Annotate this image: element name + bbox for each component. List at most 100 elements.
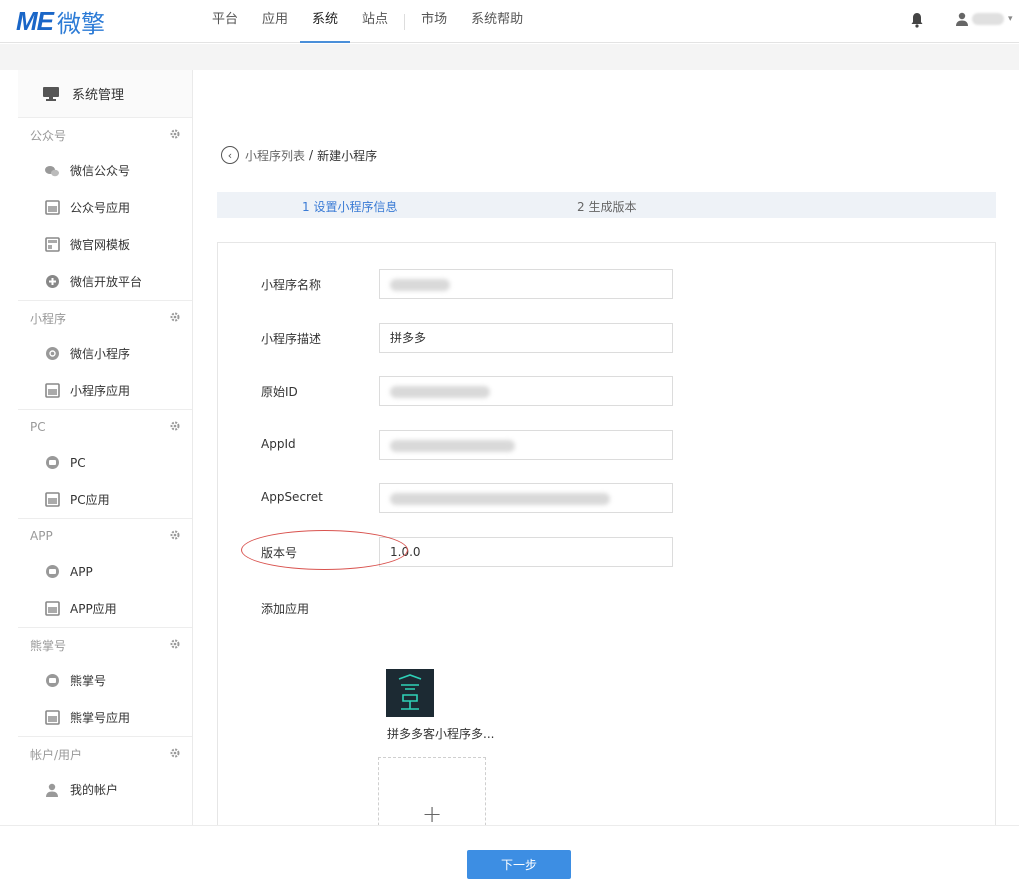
appid-label: AppId xyxy=(261,437,296,451)
sidebar-item-label: APP xyxy=(70,564,93,579)
sidebar-item-label: PC应用 xyxy=(70,493,110,507)
nav-divider xyxy=(404,13,406,30)
miniprogram-icon xyxy=(44,346,60,362)
sidebar-item-my-account[interactable]: 我的帐户 xyxy=(18,771,192,808)
bell-icon[interactable] xyxy=(910,12,924,28)
sidebar-item-pc-apps[interactable]: PC应用 xyxy=(18,481,192,518)
sidebar-item-official-apps[interactable]: 公众号应用 xyxy=(18,189,192,226)
sidebar-title: 系统管理 xyxy=(72,88,125,103)
form-row-add-app: 添加应用 xyxy=(218,593,997,623)
app-box-icon xyxy=(44,383,60,399)
nav-platform[interactable]: 平台 xyxy=(200,0,250,43)
form-row-appsecret: AppSecret xyxy=(218,483,997,513)
group-title-text: APP xyxy=(30,529,53,543)
sidebar-group-official: 公众号 微信公众号 公众号应用 微官网模板 微信开放平台 xyxy=(18,118,192,301)
app-box-icon xyxy=(44,710,60,726)
sidebar-group-account: 帐户/用户 我的帐户 xyxy=(18,737,192,808)
sidebar-item-label: 微信小程序 xyxy=(70,347,131,361)
sidebar-item-pc[interactable]: PC xyxy=(18,444,192,481)
user-icon xyxy=(956,12,968,26)
nav-apps[interactable]: 应用 xyxy=(250,0,300,43)
redacted-value xyxy=(390,278,450,291)
sidebar-item-xiongzhang-apps[interactable]: 熊掌号应用 xyxy=(18,699,192,736)
gear-icon[interactable] xyxy=(170,638,180,652)
logo-mark: ME xyxy=(16,5,54,36)
name-input[interactable] xyxy=(379,269,673,299)
original-id-input[interactable] xyxy=(379,376,673,406)
sidebar-group-title: 小程序 xyxy=(18,301,192,335)
appsecret-label: AppSecret xyxy=(261,490,323,504)
nav-help[interactable]: 系统帮助 xyxy=(459,0,535,43)
sidebar-group-xiongzhang: 熊掌号 熊掌号 熊掌号应用 xyxy=(18,628,192,737)
sidebar-item-app-apps[interactable]: APP应用 xyxy=(18,590,192,627)
appsecret-input[interactable] xyxy=(379,483,673,513)
gear-icon[interactable] xyxy=(170,747,180,761)
app-logo-icon xyxy=(398,674,422,710)
sidebar-header: 系统管理 xyxy=(18,70,192,118)
version-input[interactable]: 1.0.0 xyxy=(379,537,673,567)
gear-icon[interactable] xyxy=(170,311,180,325)
sidebar-group-title: 熊掌号 xyxy=(18,628,192,662)
xiongzhang-icon xyxy=(44,673,60,689)
wechat-icon xyxy=(44,163,60,179)
group-title-text: 小程序 xyxy=(30,311,67,326)
redacted-value xyxy=(390,385,490,398)
nav-site[interactable]: 站点 xyxy=(350,0,400,43)
app-box-icon xyxy=(44,492,60,508)
version-label: 版本号 xyxy=(261,546,298,560)
app-icon xyxy=(44,564,60,580)
sidebar-item-xiongzhang[interactable]: 熊掌号 xyxy=(18,662,192,699)
sidebar-item-wechat-official[interactable]: 微信公众号 xyxy=(18,152,192,189)
sidebar-item-app[interactable]: APP xyxy=(18,553,192,590)
sidebar: 系统管理 公众号 微信公众号 公众号应用 微官网模板 微信开放平台 小程序 微信… xyxy=(18,70,193,825)
user-icon xyxy=(44,782,60,798)
step-bar: 1 设置小程序信息 2 生成版本 xyxy=(217,192,996,218)
top-bar: ME 微擎 平台 应用 系统 站点 市场 系统帮助 ▾ xyxy=(0,0,1019,43)
user-menu[interactable]: ▾ xyxy=(955,12,1013,26)
sidebar-group-title: PC xyxy=(18,410,192,444)
group-title-text: 帐户/用户 xyxy=(30,747,83,762)
original-id-label: 原始ID xyxy=(261,385,298,399)
app-box-icon xyxy=(44,200,60,216)
sidebar-item-wechat-miniprogram[interactable]: 微信小程序 xyxy=(18,335,192,372)
monitor-icon xyxy=(43,86,59,101)
sidebar-item-label: 小程序应用 xyxy=(70,384,131,398)
form-row-original-id: 原始ID xyxy=(218,376,997,406)
username-redacted xyxy=(972,13,1004,25)
pc-icon xyxy=(44,455,60,471)
template-icon xyxy=(44,237,60,253)
main-content: ‹ 小程序列表 / 新建小程序 1 设置小程序信息 2 生成版本 小程序名称 小… xyxy=(194,70,1019,871)
breadcrumb-parent[interactable]: 小程序列表 xyxy=(245,147,305,164)
nav-system[interactable]: 系统 xyxy=(300,0,351,43)
sidebar-item-label: APP应用 xyxy=(70,602,117,616)
app-thumbnail[interactable] xyxy=(386,669,434,717)
gear-icon[interactable] xyxy=(170,128,180,142)
sidebar-item-miniprogram-apps[interactable]: 小程序应用 xyxy=(18,372,192,409)
app-name: 拼多多客小程序多... xyxy=(387,727,495,741)
sidebar-item-label: 我的帐户 xyxy=(70,783,119,797)
gear-icon[interactable] xyxy=(170,529,180,543)
logo[interactable]: ME 微擎 xyxy=(16,5,105,38)
sidebar-group-app: APP APP APP应用 xyxy=(18,519,192,628)
desc-input[interactable]: 拼多多 xyxy=(379,323,673,353)
sidebar-item-site-templates[interactable]: 微官网模板 xyxy=(18,226,192,263)
appid-input[interactable] xyxy=(379,430,673,460)
logo-text: 微擎 xyxy=(57,9,105,38)
desc-label: 小程序描述 xyxy=(261,332,322,346)
main-nav: 平台 应用 系统 站点 市场 系统帮助 xyxy=(200,0,535,43)
sidebar-item-open-platform[interactable]: 微信开放平台 xyxy=(18,263,192,300)
sidebar-group-title: 公众号 xyxy=(18,118,192,152)
app-box-icon xyxy=(44,601,60,617)
sidebar-group-pc: PC PC PC应用 xyxy=(18,410,192,519)
next-step-button[interactable]: 下一步 xyxy=(467,850,571,879)
back-arrow-icon[interactable]: ‹ xyxy=(221,146,239,164)
breadcrumb: ‹ 小程序列表 / 新建小程序 xyxy=(221,146,377,164)
sidebar-group-miniprogram: 小程序 微信小程序 小程序应用 xyxy=(18,301,192,410)
redacted-value xyxy=(390,439,515,452)
gear-icon[interactable] xyxy=(170,420,180,434)
nav-market[interactable]: 市场 xyxy=(409,0,459,43)
header-band xyxy=(0,44,1019,70)
form-row-desc: 小程序描述 拼多多 xyxy=(218,323,997,353)
add-app-label: 添加应用 xyxy=(261,602,310,616)
sidebar-item-label: PC xyxy=(70,455,86,470)
